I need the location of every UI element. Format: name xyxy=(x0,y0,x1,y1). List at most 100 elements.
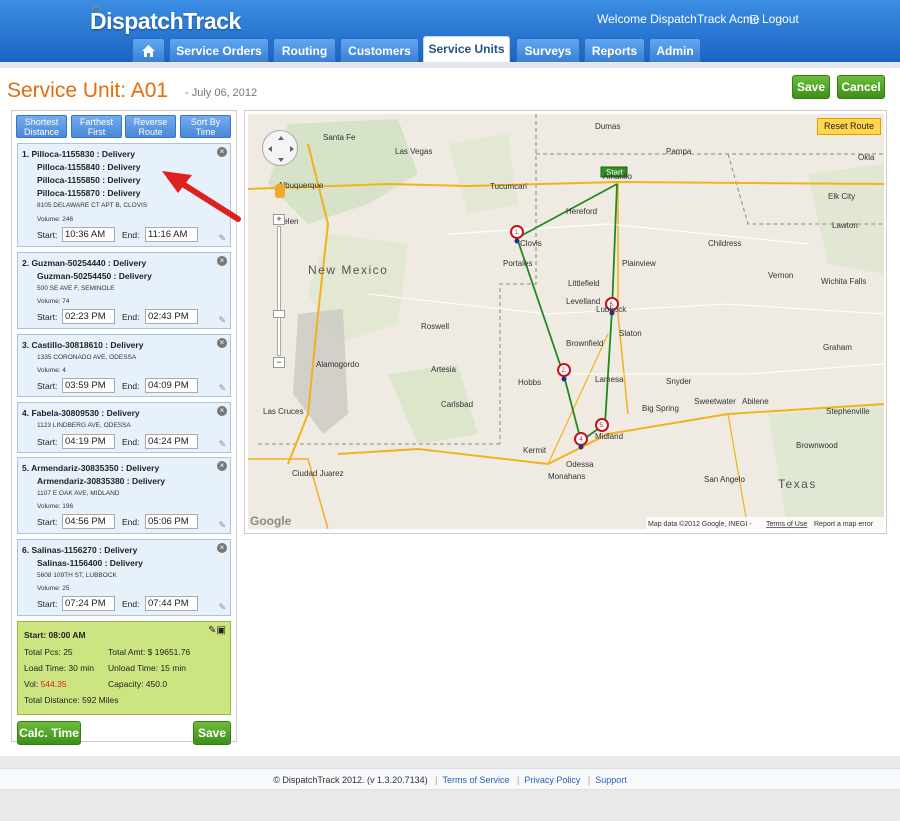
close-icon[interactable]: × xyxy=(217,406,227,416)
pin-icon[interactable]: ✎ xyxy=(218,520,226,531)
start-time-input[interactable]: 04:56 PM xyxy=(62,514,115,529)
zoom-handle[interactable] xyxy=(273,310,285,318)
svg-text:Vernon: Vernon xyxy=(768,271,793,280)
svg-text:Roswell: Roswell xyxy=(421,322,449,331)
start-time-input[interactable]: 07:24 PM xyxy=(62,596,115,611)
tab-home[interactable] xyxy=(132,38,165,62)
svg-text:Alamogordo: Alamogordo xyxy=(316,360,360,369)
street-view-icon[interactable] xyxy=(275,184,285,198)
stop-card[interactable]: × 5. Armendariz-30835350 : Delivery Arme… xyxy=(17,457,231,534)
end-time-input[interactable]: 02:43 PM xyxy=(145,309,198,324)
tab-admin[interactable]: Admin xyxy=(649,38,701,62)
tab-reports[interactable]: Reports xyxy=(584,38,645,62)
close-icon[interactable]: × xyxy=(217,147,227,157)
order-line: 2. Guzman-50254440 : Delivery xyxy=(22,258,147,268)
wifi-icon: ◠ xyxy=(92,4,100,16)
svg-text:Tucumcari: Tucumcari xyxy=(490,182,527,191)
svg-text:Plainview: Plainview xyxy=(622,259,656,268)
reset-route-button[interactable]: Reset Route xyxy=(817,118,881,135)
svg-text:Hereford: Hereford xyxy=(566,207,597,216)
pan-control[interactable] xyxy=(262,130,298,166)
lock-icon xyxy=(750,15,758,24)
tab-customers[interactable]: Customers xyxy=(340,38,419,62)
start-time-input[interactable]: 02:23 PM xyxy=(62,309,115,324)
pin-icon[interactable]: ✎ xyxy=(218,233,226,244)
order-line: 6. Salinas-1156270 : Delivery xyxy=(22,545,138,555)
order-line: 5. Armendariz-30835350 : Delivery xyxy=(22,463,160,473)
logout-link[interactable]: Logout xyxy=(750,12,799,26)
tab-service-orders[interactable]: Service Orders xyxy=(169,38,269,62)
privacy-link[interactable]: Privacy Policy xyxy=(524,775,580,785)
stop-volume: Volume: 246 xyxy=(37,216,74,223)
save-route-button[interactable]: Save xyxy=(193,721,231,745)
order-line: Pilloca-1155850 : Delivery xyxy=(37,175,141,185)
farthest-first-button[interactable]: Farthest First xyxy=(71,115,122,138)
start-time-input[interactable]: 10:36 AM xyxy=(62,227,115,242)
page-date: - July 06, 2012 xyxy=(185,87,258,99)
svg-text:Lawton: Lawton xyxy=(832,221,858,230)
edit-icon[interactable]: ✎▣ xyxy=(208,625,226,636)
sort-by-time-button[interactable]: Sort By Time xyxy=(180,115,231,138)
end-time-input[interactable]: 05:06 PM xyxy=(145,514,198,529)
stop-card[interactable]: × 4. Fabela-30809530 : Delivery 1123 LIN… xyxy=(17,402,231,453)
close-icon[interactable]: × xyxy=(217,338,227,348)
svg-text:Brownwood: Brownwood xyxy=(796,441,838,450)
zoom-in-icon[interactable]: + xyxy=(273,214,285,225)
zoom-out-icon[interactable]: − xyxy=(273,357,285,368)
stop-address: 1335 CORONADO AVE, ODESSA xyxy=(37,354,137,361)
start-label: Start: xyxy=(37,230,58,240)
zoom-slider[interactable] xyxy=(277,226,281,356)
close-icon[interactable]: × xyxy=(217,461,227,471)
summary-unload-time: Unload Time: 15 min xyxy=(108,663,186,673)
pin-icon[interactable]: ✎ xyxy=(218,439,226,450)
svg-text:Las Vegas: Las Vegas xyxy=(395,147,432,156)
terms-link[interactable]: Terms of Service xyxy=(442,775,509,785)
start-time-input[interactable]: 04:19 PM xyxy=(62,434,115,449)
end-time-input[interactable]: 07:44 PM xyxy=(145,596,198,611)
pin-icon[interactable]: ✎ xyxy=(218,383,226,394)
route-summary: Start: 08:00 AM ✎▣ Total Pcs: 25 Total A… xyxy=(17,621,231,715)
logo[interactable]: ◠ DispatchTrack xyxy=(90,4,241,35)
tab-surveys[interactable]: Surveys xyxy=(516,38,580,62)
svg-text:Artesia: Artesia xyxy=(431,365,456,374)
close-icon[interactable]: × xyxy=(217,256,227,266)
end-time-input[interactable]: 04:24 PM xyxy=(145,434,198,449)
svg-text:Amarillo: Amarillo xyxy=(603,172,632,181)
stop-address: 5608 109TH ST, LUBBOCK xyxy=(37,572,117,579)
summary-capacity: Capacity: 450.0 xyxy=(108,679,168,689)
route-map[interactable]: Start 1. 2. 4 5. 6. Santa Fe Las Vegas D… xyxy=(248,114,884,529)
stop-volume: Volume: 196 xyxy=(37,503,74,510)
stop-card[interactable]: × 3. Castillo-30818610 : Delivery 1335 C… xyxy=(17,334,231,397)
svg-text:San Angelo: San Angelo xyxy=(704,475,745,484)
start-time-input[interactable]: 03:59 PM xyxy=(62,378,115,393)
tab-routing[interactable]: Routing xyxy=(273,38,336,62)
welcome-text: Welcome DispatchTrack Acme xyxy=(597,12,760,26)
save-button[interactable]: Save xyxy=(792,75,830,99)
support-link[interactable]: Support xyxy=(595,775,627,785)
end-time-input[interactable]: 11:16 AM xyxy=(145,227,198,242)
start-label: Start: xyxy=(37,381,58,391)
stop-card[interactable]: × 2. Guzman-50254440 : Delivery Guzman-5… xyxy=(17,252,231,329)
summary-total-pcs: Total Pcs: 25 xyxy=(24,647,73,657)
order-line: 3. Castillo-30818610 : Delivery xyxy=(22,340,144,350)
summary-load-time: Load Time: 30 min xyxy=(24,663,94,673)
end-time-input[interactable]: 04:09 PM xyxy=(145,378,198,393)
stop-address: 500 SE AVE F, SEMINOLE xyxy=(37,285,115,292)
end-label: End: xyxy=(122,312,140,322)
map-canvas[interactable]: Start 1. 2. 4 5. 6. Santa Fe Las Vegas D… xyxy=(248,114,884,529)
pin-icon[interactable]: ✎ xyxy=(218,315,226,326)
svg-text:Clovis: Clovis xyxy=(520,239,542,248)
svg-text:New Mexico: New Mexico xyxy=(308,263,388,277)
svg-text:Las Cruces: Las Cruces xyxy=(263,407,303,416)
cancel-button[interactable]: Cancel xyxy=(837,75,885,99)
reverse-route-button[interactable]: Reverse Route xyxy=(125,115,176,138)
stop-address: 1123 LINDBERG AVE, ODESSA xyxy=(37,422,131,429)
calc-time-button[interactable]: Calc. Time xyxy=(17,721,81,745)
tab-service-units[interactable]: Service Units xyxy=(423,36,510,62)
stop-volume: Volume: 74 xyxy=(37,298,70,305)
close-icon[interactable]: × xyxy=(217,543,227,553)
pin-icon[interactable]: ✎ xyxy=(218,602,226,613)
order-line: Salinas-1156400 : Delivery xyxy=(37,558,143,568)
stop-card[interactable]: × 6. Salinas-1156270 : Delivery Salinas-… xyxy=(17,539,231,616)
shortest-distance-button[interactable]: Shortest Distance xyxy=(16,115,67,138)
